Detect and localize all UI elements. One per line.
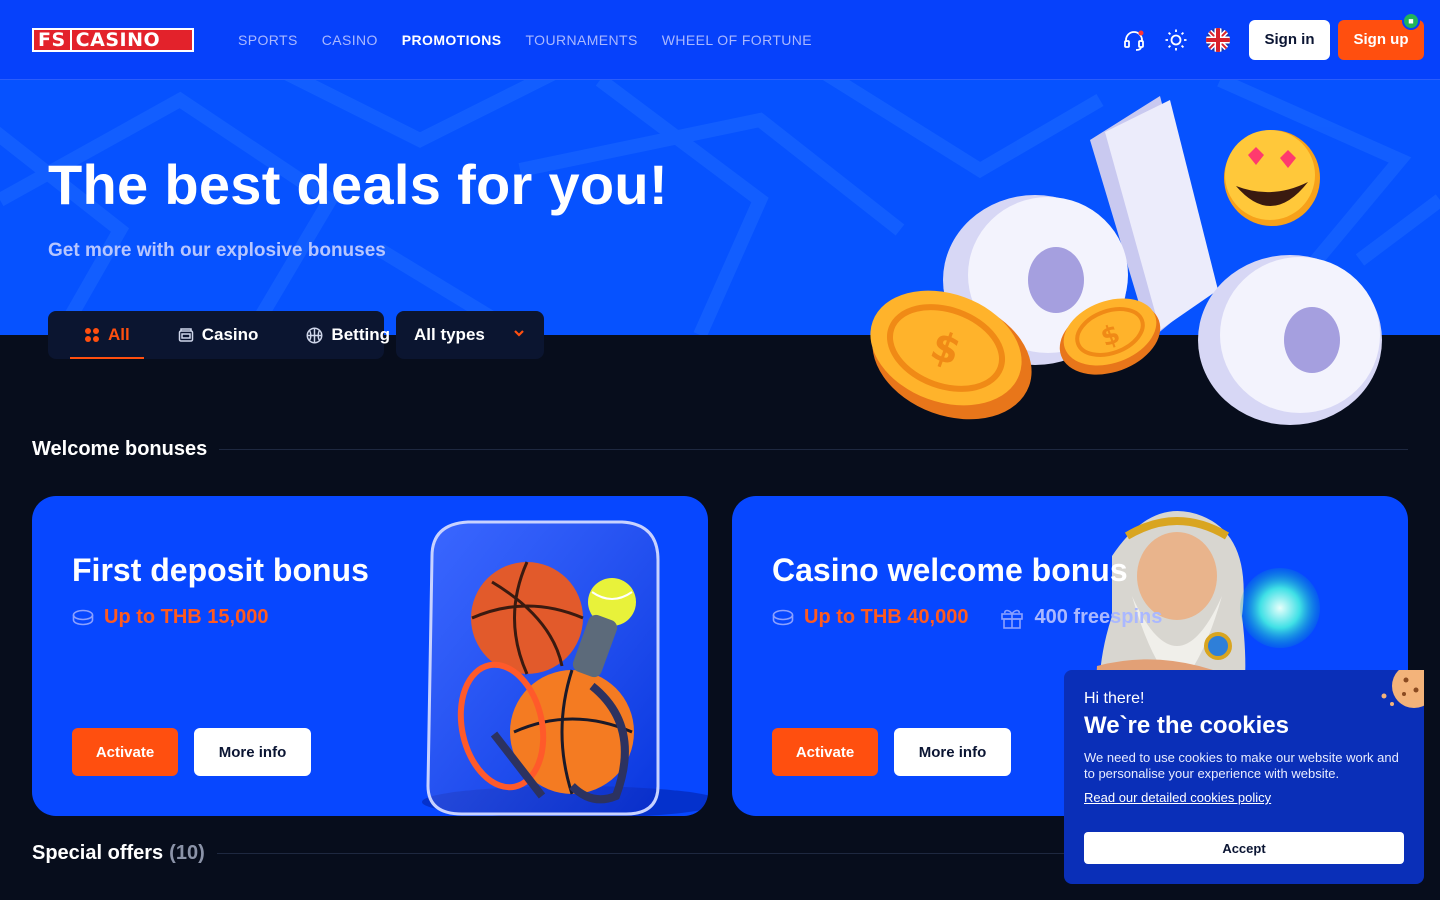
tab-casino-label: Casino xyxy=(201,325,259,344)
category-tabs: All Casino Betting xyxy=(48,311,390,359)
slot-machine-icon xyxy=(178,327,194,343)
card-amount: Up to THB 15,000 xyxy=(72,606,268,629)
card-amount-text: Up to THB 40,000 xyxy=(804,606,969,628)
basketball-icon xyxy=(306,327,323,344)
chevron-down-icon xyxy=(512,325,526,345)
sign-in-button[interactable]: Sign in xyxy=(1249,19,1330,60)
main-nav: SPORTS CASINO PROMOTIONS TOURNAMENTS WHE… xyxy=(238,32,836,48)
nav-casino[interactable]: CASINO xyxy=(322,32,378,48)
types-dropdown-value: All types xyxy=(414,325,485,344)
cookie-text: We need to use cookies to make our websi… xyxy=(1084,750,1399,781)
cookie-greeting: Hi there! xyxy=(1084,690,1145,707)
special-offers-count: (10) xyxy=(169,842,205,864)
card-freespins: 400 freespins xyxy=(1000,606,1162,629)
nav-wheel-of-fortune[interactable]: WHEEL OF FORTUNE xyxy=(662,32,812,48)
tab-all[interactable]: All xyxy=(70,311,144,359)
cookie-consent-popup: Hi there! We`re the cookies We need to u… xyxy=(1064,670,1424,884)
card-title: Casino welcome bonus xyxy=(772,552,1128,588)
gift-icon xyxy=(1000,607,1024,629)
nav-sports[interactable]: SPORTS xyxy=(238,32,298,48)
card-amount: Up to THB 40,000 400 freespins xyxy=(772,606,1162,629)
accept-cookies-button[interactable]: Accept xyxy=(1084,832,1404,864)
welcome-section-title: Welcome bonuses xyxy=(32,438,208,460)
theme-sun-icon[interactable] xyxy=(1163,27,1189,53)
logo-fs-text: FS xyxy=(34,29,72,50)
header-actions: Sign in Sign up ■ xyxy=(1105,11,1424,60)
welcome-section-header: Welcome bonuses xyxy=(32,438,1408,461)
card-title: First deposit bonus xyxy=(72,552,369,588)
coin-stack-icon xyxy=(72,609,94,627)
coin-stack-icon xyxy=(772,609,794,627)
top-header: FS CASINO SPORTS CASINO PROMOTIONS TOURN… xyxy=(0,0,1440,80)
activate-button[interactable]: Activate xyxy=(772,728,878,776)
sign-up-button[interactable]: Sign up ■ xyxy=(1338,11,1424,60)
cookie-policy-link[interactable]: Read our detailed cookies policy xyxy=(1084,790,1404,805)
tab-casino[interactable]: Casino xyxy=(164,311,273,359)
types-dropdown[interactable]: All types xyxy=(396,311,544,359)
nav-promotions[interactable]: PROMOTIONS xyxy=(402,32,502,48)
support-icon[interactable] xyxy=(1121,27,1147,53)
grid-dots-icon xyxy=(84,327,100,343)
more-info-button[interactable]: More info xyxy=(194,728,311,776)
cookie-icon xyxy=(1381,670,1424,708)
tab-betting-label: Betting xyxy=(331,325,390,344)
language-flag-uk-icon[interactable] xyxy=(1205,27,1231,53)
fs-casino-logo[interactable]: FS CASINO xyxy=(32,27,194,52)
bonus-card-first-deposit: First deposit bonus Up to THB 15,000 Act… xyxy=(32,496,708,816)
hero-subtitle: Get more with our explosive bonuses xyxy=(48,240,386,261)
section-divider xyxy=(219,449,1408,450)
special-offers-title: Special offers xyxy=(32,842,164,864)
hero-title: The best deals for you! xyxy=(48,153,668,216)
card-amount-text: Up to THB 15,000 xyxy=(104,606,269,628)
cookie-title: We`re the cookies xyxy=(1084,712,1289,739)
nav-tournaments[interactable]: TOURNAMENTS xyxy=(525,32,637,48)
logo-casino-text: CASINO xyxy=(75,28,161,51)
more-info-button[interactable]: More info xyxy=(894,728,1011,776)
activate-button[interactable]: Activate xyxy=(72,728,178,776)
sign-up-label: Sign up xyxy=(1353,31,1409,48)
tab-all-label: All xyxy=(108,325,130,344)
gift-badge-icon: ■ xyxy=(1402,11,1420,30)
card-freespins-text: 400 freespins xyxy=(1034,606,1163,628)
tab-betting[interactable]: Betting xyxy=(292,311,404,359)
hero-percent-coins-illustration: $ $ xyxy=(870,96,1382,425)
